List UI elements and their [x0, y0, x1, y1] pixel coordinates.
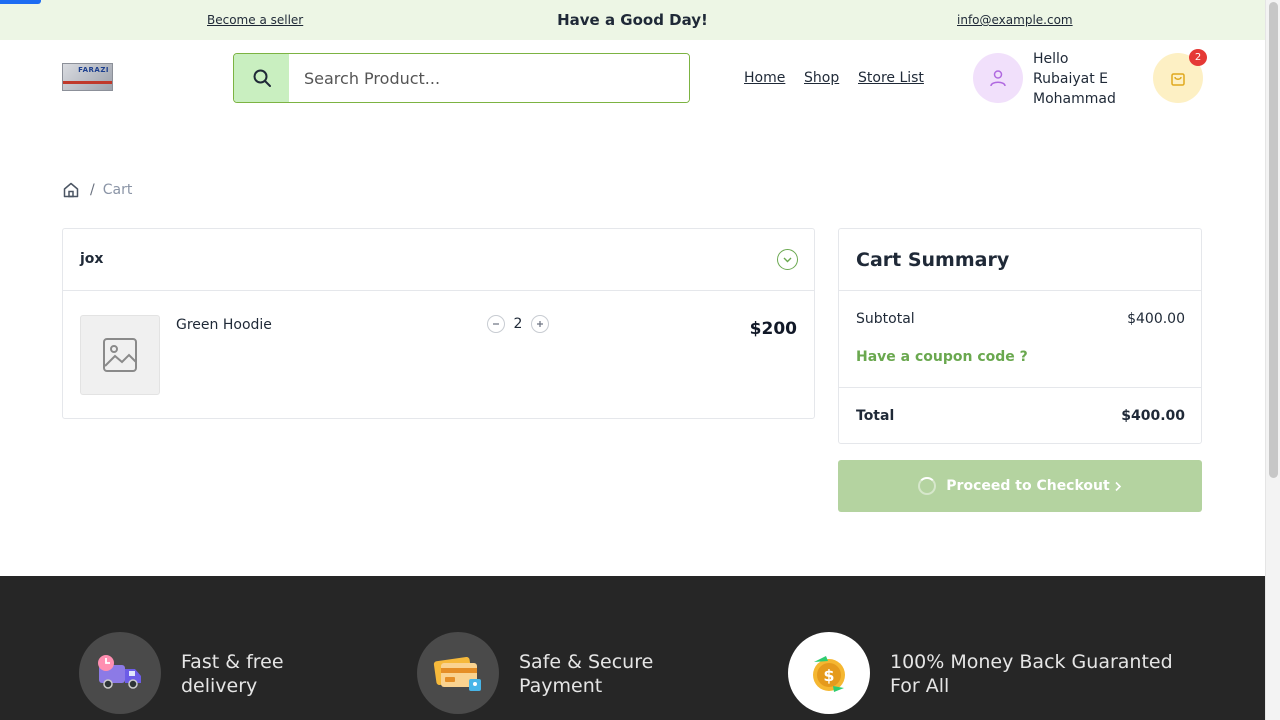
plus-icon: [537, 321, 543, 327]
nav-home[interactable]: Home: [744, 70, 785, 86]
summary-divider: [839, 387, 1201, 388]
feature-fast-delivery: Fast & free delivery: [181, 650, 284, 698]
checkout-label: Proceed to Checkout: [946, 478, 1110, 494]
feature-subtitle: delivery: [181, 675, 258, 697]
image-placeholder-icon: [103, 338, 137, 372]
proceed-to-checkout-button[interactable]: Proceed to Checkout: [838, 460, 1202, 512]
cart-summary: Cart Summary Subtotal $400.00 Have a cou…: [838, 228, 1202, 444]
chevron-down-icon[interactable]: [777, 249, 798, 270]
page-scrollbar[interactable]: [1265, 0, 1280, 720]
user-name: Rubaiyat E Mohammad: [1033, 71, 1116, 107]
user-avatar[interactable]: [973, 53, 1023, 103]
chevron-right-icon: [1115, 481, 1121, 491]
scrollbar-thumb[interactable]: [1269, 2, 1278, 478]
feature-secure-payment: Safe & Secure Payment: [519, 650, 653, 698]
total-row: Total $400.00: [856, 408, 1185, 424]
feature-subtitle: Payment: [519, 675, 603, 697]
total-value: $400.00: [1121, 408, 1185, 424]
product-price: $200: [749, 319, 797, 339]
user-hello: Hello: [1033, 51, 1069, 67]
logo-stripe: [63, 81, 112, 84]
feature-money-back: 100% Money Back Guaranted For All: [890, 650, 1173, 698]
search-icon: [253, 69, 271, 87]
subtotal-label: Subtotal: [856, 311, 915, 327]
top-bar: Become a seller Have a Good Day! info@ex…: [0, 0, 1265, 40]
secure-card-icon: [417, 632, 499, 714]
greeting-text: Have a Good Day!: [557, 11, 708, 29]
footer-features: Fast & free delivery Safe & Secure Payme…: [0, 576, 1265, 720]
svg-text:$: $: [823, 666, 834, 685]
logo-text: FARAZI: [78, 66, 109, 74]
search-input[interactable]: [289, 54, 689, 102]
cart-count-badge: 2: [1189, 49, 1207, 66]
store-name: jox: [80, 251, 104, 267]
subtotal-row: Subtotal $400.00: [856, 311, 1185, 327]
subtotal-value: $400.00: [1127, 311, 1185, 327]
loading-progress-bar: [0, 0, 41, 4]
feature-title: Safe & Secure: [519, 651, 654, 673]
minus-icon: [493, 323, 499, 325]
nav-store-list[interactable]: Store List: [858, 70, 924, 86]
store-header: jox: [63, 229, 814, 291]
search-button[interactable]: [234, 54, 289, 102]
breadcrumb-separator: /: [90, 182, 95, 198]
shopping-bag-icon: [1171, 73, 1185, 86]
feature-subtitle: For All: [890, 675, 950, 697]
nav-shop[interactable]: Shop: [804, 70, 839, 86]
store-cart-card: jox Green Hoodie 2 $200: [62, 228, 815, 419]
summary-header: Cart Summary: [839, 229, 1201, 291]
summary-title: Cart Summary: [856, 249, 1010, 271]
breadcrumb-current: Cart: [102, 182, 133, 198]
money-back-coin-icon: $: [788, 632, 870, 714]
contact-email-link[interactable]: info@example.com: [957, 13, 1073, 27]
quantity-stepper: 2: [487, 315, 549, 333]
feature-title: Fast & free: [181, 651, 284, 673]
total-label: Total: [856, 408, 895, 424]
site-logo[interactable]: FARAZI: [62, 63, 113, 91]
decrease-quantity-button[interactable]: [487, 315, 505, 333]
user-greeting[interactable]: Hello Rubaiyat E Mohammad: [1033, 49, 1133, 109]
increase-quantity-button[interactable]: [531, 315, 549, 333]
user-icon: [990, 70, 1006, 87]
product-image-placeholder[interactable]: [80, 315, 160, 395]
search-bar: [233, 53, 690, 103]
delivery-truck-icon: [79, 632, 161, 714]
loading-spinner-icon: [918, 477, 937, 495]
product-name[interactable]: Green Hoodie: [176, 317, 272, 333]
breadcrumb: / Cart: [62, 181, 132, 199]
quantity-value: 2: [513, 316, 523, 332]
feature-title: 100% Money Back Guaranted: [890, 651, 1173, 673]
coupon-link[interactable]: Have a coupon code ?: [856, 349, 1028, 365]
home-icon[interactable]: [62, 181, 80, 199]
